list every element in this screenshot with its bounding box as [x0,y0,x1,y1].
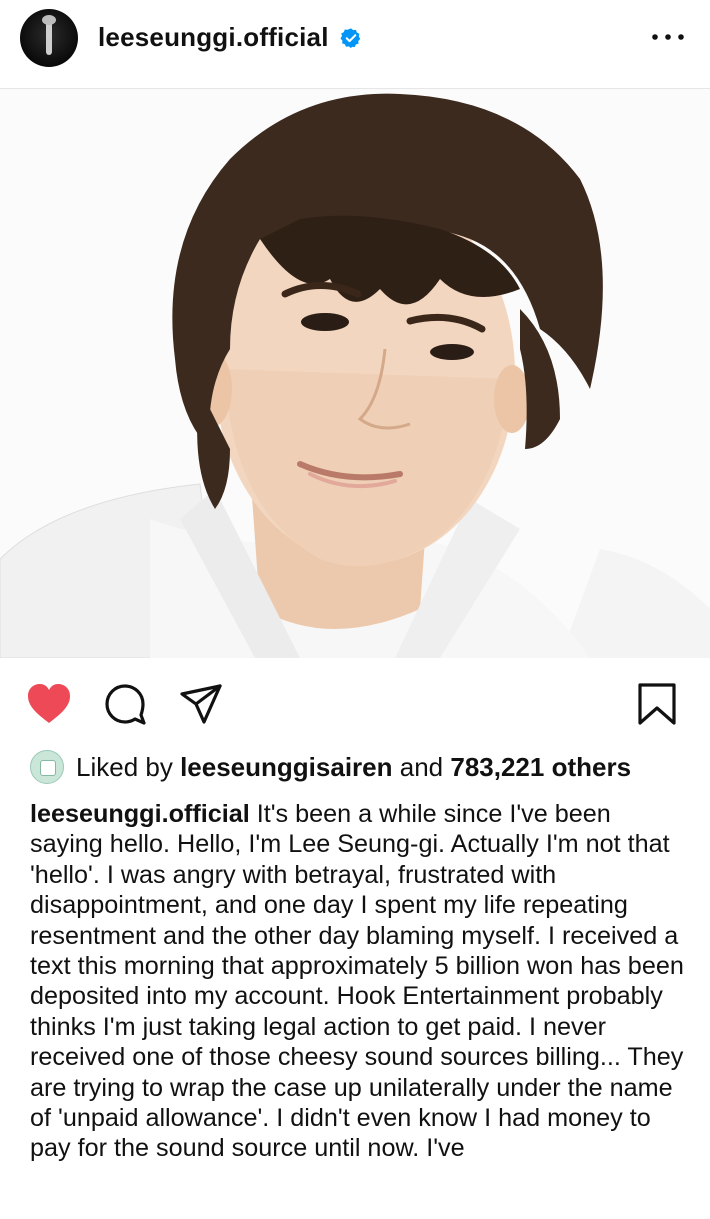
profile-avatar[interactable] [20,9,78,67]
likes-user[interactable]: leeseunggisairen [180,752,392,782]
verified-badge-icon [340,28,361,49]
comment-icon[interactable] [103,682,149,726]
liker-avatar[interactable] [30,750,64,784]
post-photo[interactable] [0,89,710,658]
likes-middle: and [399,752,444,782]
bookmark-icon[interactable] [634,682,680,726]
post-caption: leeseunggi.official It's been a while si… [30,799,690,1219]
paper-plane-icon[interactable] [178,682,224,726]
heart-filled-icon[interactable] [26,682,72,726]
post-actions-bar [0,660,710,746]
likes-row: Liked by leeseunggisairen and 783,221 ot… [30,748,710,788]
more-options-icon[interactable] [650,28,686,46]
post-header: leeseunggi.official [0,0,710,89]
caption-username[interactable]: leeseunggi.official [30,800,250,828]
likes-count[interactable]: 783,221 others [450,752,631,782]
post-username[interactable]: leeseunggi.official [98,22,329,53]
avatar-figure [42,15,56,55]
likes-prefix: Liked by [76,752,173,782]
likes-summary[interactable]: Liked by leeseunggisairen and 783,221 ot… [76,752,631,783]
portrait-illustration [0,89,710,658]
caption-text: It's been a while since I've been saying… [30,800,684,1163]
